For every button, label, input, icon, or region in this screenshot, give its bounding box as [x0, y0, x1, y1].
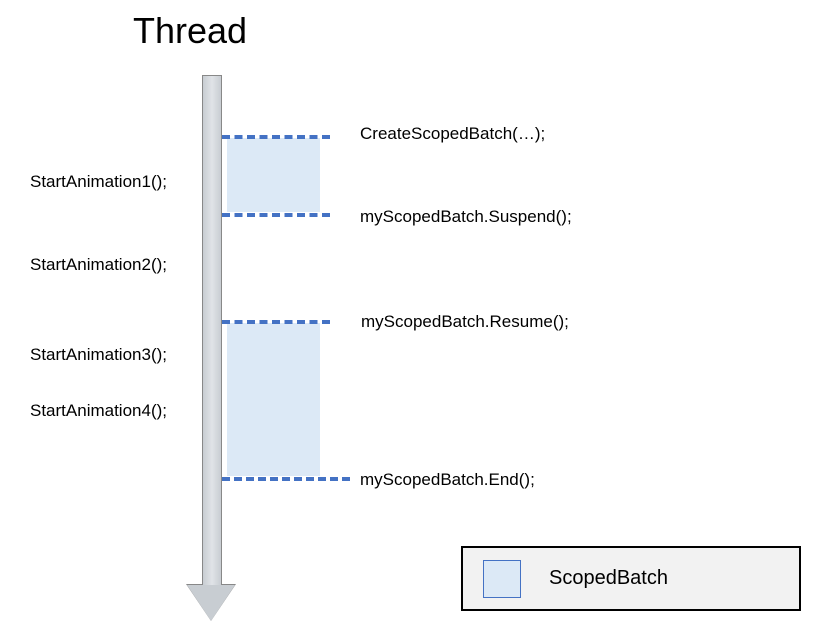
thread-arrow-shaft: [202, 75, 222, 586]
legend-label: ScopedBatch: [549, 567, 668, 590]
label-resume: myScopedBatch.Resume();: [361, 312, 569, 332]
batch-line-end: [222, 477, 350, 481]
legend-swatch: [483, 560, 521, 598]
label-anim2: StartAnimation2();: [30, 255, 167, 275]
batch-segment-1: [227, 138, 320, 212]
diagram-title: Thread: [133, 10, 247, 52]
legend: ScopedBatch: [461, 546, 801, 611]
label-end: myScopedBatch.End();: [360, 470, 535, 490]
label-anim4: StartAnimation4();: [30, 401, 167, 421]
thread-arrow-head: [187, 585, 235, 621]
batch-line-suspend: [222, 213, 330, 217]
batch-segment-2: [227, 323, 320, 476]
label-anim3: StartAnimation3();: [30, 345, 167, 365]
label-anim1: StartAnimation1();: [30, 172, 167, 192]
batch-line-resume: [222, 320, 330, 324]
label-suspend: myScopedBatch.Suspend();: [360, 207, 572, 227]
label-create: CreateScopedBatch(…);: [360, 124, 545, 144]
batch-line-create: [222, 135, 330, 139]
